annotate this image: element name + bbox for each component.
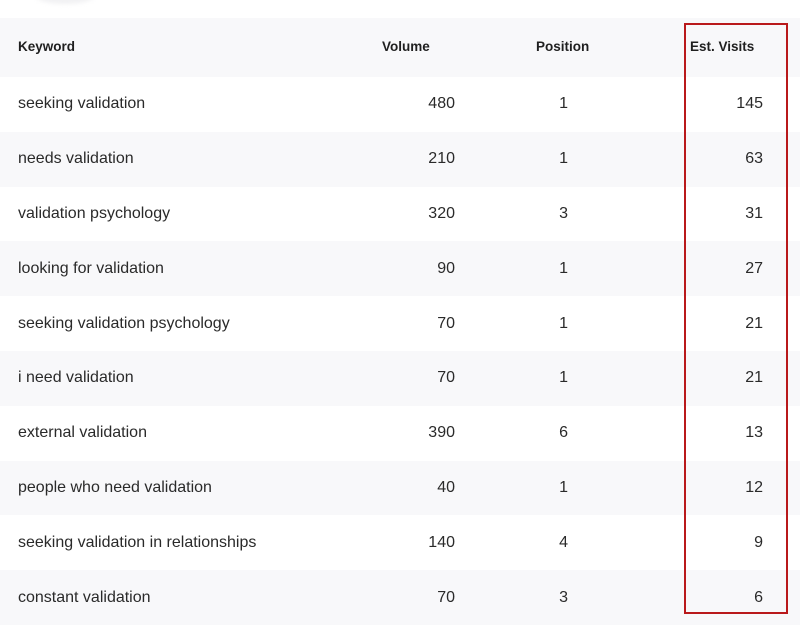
cell-keyword[interactable]: external validation [0,406,360,461]
cell-keyword[interactable]: looking for validation [0,241,360,296]
cell-position-value: 1 [559,259,568,277]
cell-position-value: 1 [559,150,568,168]
cell-position: 1 [486,351,636,406]
cell-volume-value: 40 [437,478,455,496]
cell-est-visits-value: 12 [745,478,763,496]
column-header-est-visits[interactable]: Est. Visits [636,18,800,77]
cell-volume-value: 480 [428,95,455,113]
table-body: seeking validation 480 1 145 needs validatio… [0,77,800,625]
table-row[interactable]: validation psychology 320 3 31 [0,186,800,242]
cell-keyword[interactable]: people who need validation [0,461,360,516]
cell-est-visits: 63 [636,132,800,187]
cell-position: 1 [486,296,636,351]
cell-position: 1 [486,77,636,132]
cell-position: 3 [486,187,636,242]
table-row[interactable]: seeking validation psychology 70 1 21 [0,296,800,351]
cell-keyword[interactable]: seeking validation [0,77,360,132]
cell-est-visits: 13 [636,406,800,461]
cell-volume-value: 70 [437,588,455,606]
cell-volume-value: 210 [428,150,455,168]
column-header-keyword[interactable]: Keyword [0,18,360,77]
cell-est-visits: 145 [636,77,800,132]
cell-position-value: 6 [559,424,568,442]
cell-volume: 70 [360,296,486,351]
cell-position: 1 [486,461,636,516]
cell-est-visits-value: 31 [745,204,763,222]
table-row[interactable]: external validation 390 6 13 [0,405,800,461]
cell-volume: 210 [360,132,486,187]
cell-est-visits: 21 [636,351,800,406]
keyword-table-view: Keyword Volume Position Est. Visits seek… [0,0,800,625]
cell-position-value: 1 [559,478,568,496]
table-row[interactable]: seeking validation in relationships 140 4 9 [0,515,800,571]
cell-volume-value: 70 [437,369,455,387]
cell-position-value: 1 [559,314,568,332]
cell-volume: 70 [360,351,486,406]
cell-volume: 90 [360,241,486,296]
table-row[interactable]: constant validation 70 3 6 [0,570,800,625]
table-header-row: Keyword Volume Position Est. Visits [0,18,800,77]
table-row[interactable]: people who need validation 40 1 12 [0,460,800,516]
cell-volume: 70 [360,570,486,625]
cell-volume: 390 [360,406,486,461]
cell-keyword[interactable]: seeking validation psychology [0,296,360,351]
cell-position: 1 [486,241,636,296]
cell-position-value: 4 [559,533,568,551]
cell-est-visits-value: 27 [745,259,763,277]
cell-position-value: 1 [559,369,568,387]
keyword-table: Keyword Volume Position Est. Visits seek… [0,18,800,625]
cell-volume-value: 320 [428,204,455,222]
cell-est-visits-value: 21 [745,314,763,332]
cell-volume-value: 70 [437,314,455,332]
cell-volume-value: 90 [437,259,455,277]
cell-position: 4 [486,515,636,570]
partial-element-shadow [35,0,95,4]
cell-est-visits: 21 [636,296,800,351]
cell-position-value: 1 [559,95,568,113]
cell-volume: 480 [360,77,486,132]
cell-volume-value: 390 [428,424,455,442]
cell-est-visits-value: 145 [736,95,763,113]
cell-est-visits-value: 63 [745,150,763,168]
cell-position-value: 3 [559,204,568,222]
cell-position: 6 [486,406,636,461]
cell-est-visits: 6 [636,570,800,625]
cell-est-visits-value: 6 [754,588,763,606]
cell-est-visits-value: 9 [754,533,763,551]
column-header-position[interactable]: Position [486,18,636,77]
cell-keyword[interactable]: i need validation [0,351,360,406]
cell-keyword[interactable]: validation psychology [0,187,360,242]
cell-volume: 320 [360,187,486,242]
table-row[interactable]: needs validation 210 1 63 [0,131,800,187]
cell-keyword[interactable]: constant validation [0,570,360,625]
table-row[interactable]: i need validation 70 1 21 [0,350,800,406]
cell-est-visits: 27 [636,241,800,296]
cell-keyword[interactable]: needs validation [0,132,360,187]
cell-est-visits: 31 [636,187,800,242]
cell-keyword[interactable]: seeking validation in relationships [0,515,360,570]
cell-est-visits-value: 13 [745,424,763,442]
cell-volume: 40 [360,461,486,516]
cell-est-visits: 9 [636,515,800,570]
cell-volume-value: 140 [428,533,455,551]
cell-position: 3 [486,570,636,625]
cell-est-visits-value: 21 [745,369,763,387]
table-row[interactable]: seeking validation 480 1 145 [0,77,800,132]
cell-position-value: 3 [559,588,568,606]
cell-est-visits: 12 [636,461,800,516]
column-header-volume[interactable]: Volume [360,18,486,77]
table-row[interactable]: looking for validation 90 1 27 [0,241,800,297]
cell-volume: 140 [360,515,486,570]
cell-position: 1 [486,132,636,187]
